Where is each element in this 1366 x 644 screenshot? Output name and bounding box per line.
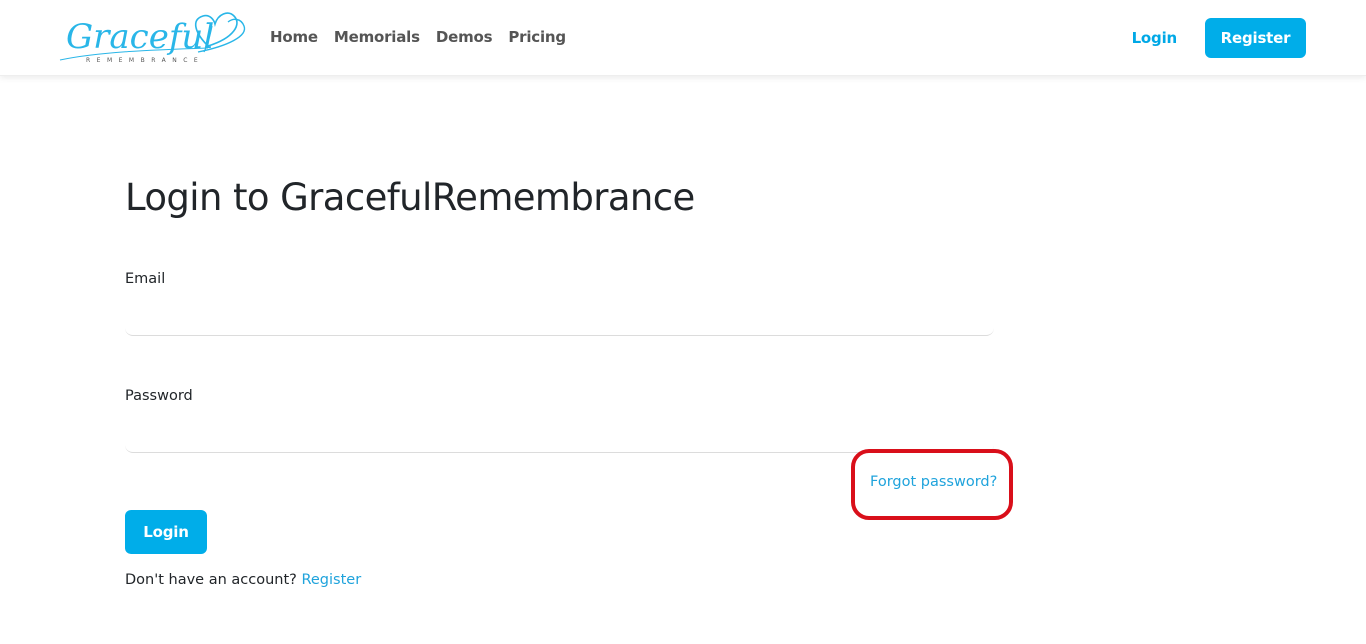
- nav-link-demos[interactable]: Demos: [436, 28, 493, 46]
- page-title: Login to GracefulRemembrance: [125, 176, 695, 219]
- email-label: Email: [125, 271, 166, 287]
- login-submit-button[interactable]: Login: [125, 510, 207, 554]
- password-input[interactable]: [125, 415, 994, 453]
- nav-link-pricing[interactable]: Pricing: [508, 28, 566, 46]
- email-input[interactable]: [125, 298, 994, 336]
- navbar: Graceful REMEMBRANCE Home Memorials Demo…: [0, 0, 1366, 76]
- logo-tagline: REMEMBRANCE: [86, 57, 204, 64]
- no-account-text: Don't have an account?: [125, 572, 297, 588]
- forgot-password-link[interactable]: Forgot password?: [870, 474, 997, 490]
- register-link[interactable]: Register: [301, 572, 361, 588]
- password-label: Password: [125, 388, 193, 404]
- graceful-remembrance-logo-icon: Graceful REMEMBRANCE: [59, 12, 246, 64]
- nav-register-button[interactable]: Register: [1205, 18, 1306, 58]
- nav-login-link[interactable]: Login: [1132, 29, 1178, 47]
- logo[interactable]: Graceful REMEMBRANCE: [58, 6, 248, 70]
- nav-link-memorials[interactable]: Memorials: [334, 28, 420, 46]
- nav-link-home[interactable]: Home: [270, 28, 318, 46]
- nav-auth: Login Register: [1132, 18, 1306, 58]
- main-nav: Home Memorials Demos Pricing: [270, 28, 582, 46]
- register-prompt: Don't have an account? Register: [125, 572, 361, 588]
